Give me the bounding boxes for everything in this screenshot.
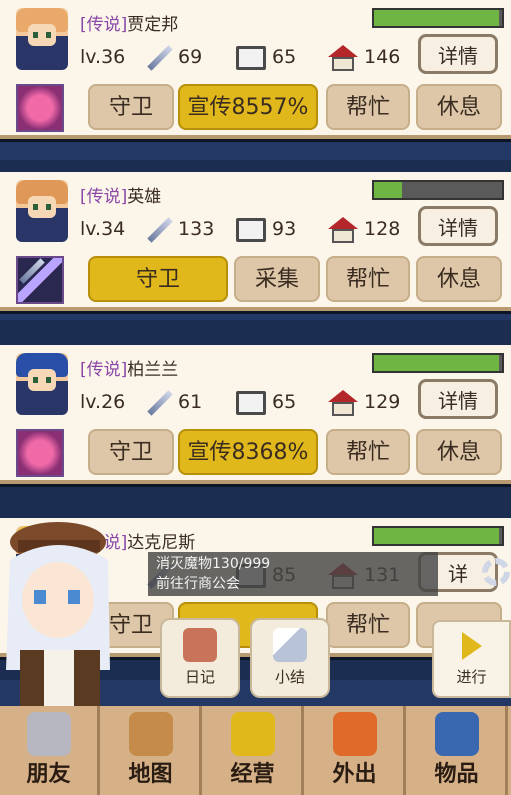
- sword-icon: [146, 217, 172, 243]
- sword-icon: [146, 45, 172, 71]
- attack-value: 69: [178, 46, 203, 68]
- diary-button[interactable]: 日记: [160, 618, 240, 698]
- nav-item[interactable]: 经营: [204, 706, 304, 795]
- action-button[interactable]: 采集: [234, 256, 320, 302]
- nav-icon: [434, 712, 479, 756]
- book-icon: [236, 217, 266, 242]
- sword-icon: [146, 390, 172, 416]
- detail-button[interactable]: 详情: [418, 34, 498, 74]
- character-name: [传说]贾定邦: [80, 15, 179, 35]
- house-icon: [328, 216, 358, 243]
- house-icon: [328, 44, 358, 71]
- action-button[interactable]: 宣传8557%: [178, 84, 318, 130]
- action-button[interactable]: 守卫: [88, 84, 174, 130]
- action-button[interactable]: 休息: [416, 84, 502, 130]
- avatar[interactable]: [16, 353, 68, 415]
- summary-button[interactable]: 小结: [250, 618, 330, 698]
- nav-item[interactable]: 外出: [306, 706, 406, 795]
- quest-line-2: 前往行商公会: [156, 576, 240, 592]
- quest-message[interactable]: 消灭魔物130/999 前往行商公会: [148, 552, 438, 596]
- intel-value: 93: [272, 218, 297, 240]
- proceed-button[interactable]: 进行: [432, 620, 511, 698]
- house-value: 129: [364, 391, 401, 413]
- avatar[interactable]: [16, 8, 68, 70]
- action-button[interactable]: 帮忙: [326, 256, 410, 302]
- hp-bar: [372, 526, 504, 546]
- nav-item[interactable]: 地图: [102, 706, 202, 795]
- action-button[interactable]: 帮忙: [326, 84, 410, 130]
- level: lv.34: [80, 218, 126, 240]
- book-icon: [236, 390, 266, 415]
- detail-button[interactable]: 详情: [418, 206, 498, 246]
- character-card: [传说]柏兰兰 lv.26 61 65 129 详情 守卫 宣传8368% 帮忙 休息: [0, 345, 511, 484]
- hp-bar: [372, 353, 504, 373]
- nav-item[interactable]: 物品: [408, 706, 508, 795]
- action-button[interactable]: 守卫: [88, 429, 174, 475]
- music-skill-icon[interactable]: [16, 84, 64, 132]
- character-card: [传说]英雄 lv.34 133 93 128 详情 守卫 采集 帮忙 休息: [0, 172, 511, 311]
- quest-line-1: 消灭魔物130/999: [156, 556, 271, 572]
- nav-icon: [128, 712, 173, 756]
- diary-icon: [183, 628, 217, 662]
- quill-icon: [273, 628, 307, 662]
- action-button[interactable]: 帮忙: [326, 602, 410, 648]
- nav-item[interactable]: 朋友: [0, 706, 100, 795]
- detail-button[interactable]: 详情: [418, 379, 498, 419]
- character-card: [传说]贾定邦 lv.36 69 65 146 详情 守卫 宣传8557% 帮忙 休息: [0, 0, 511, 139]
- nav-icon: [26, 712, 71, 756]
- play-icon: [461, 632, 482, 660]
- action-button[interactable]: 守卫: [88, 256, 228, 302]
- hp-bar: [372, 8, 504, 28]
- character-name: [传说]柏兰兰: [80, 360, 179, 380]
- attack-value: 61: [178, 391, 203, 413]
- nav-icon: [332, 712, 377, 756]
- nav-icon: [230, 712, 275, 756]
- house-value: 128: [364, 218, 401, 240]
- level: lv.26: [80, 391, 126, 413]
- action-button[interactable]: 休息: [416, 256, 502, 302]
- music-skill-icon[interactable]: [16, 429, 64, 477]
- action-button[interactable]: 宣传8368%: [178, 429, 318, 475]
- gear-icon[interactable]: [482, 558, 510, 586]
- book-icon: [236, 45, 266, 70]
- sword-skill-icon[interactable]: [16, 256, 64, 304]
- avatar[interactable]: [16, 180, 68, 242]
- hp-bar: [372, 180, 504, 200]
- intel-value: 65: [272, 46, 297, 68]
- intel-value: 65: [272, 391, 297, 413]
- attack-value: 133: [178, 218, 215, 240]
- action-button[interactable]: 帮忙: [326, 429, 410, 475]
- house-icon: [328, 389, 358, 416]
- guide-character: [6, 522, 110, 710]
- house-value: 146: [364, 46, 401, 68]
- character-name: [传说]英雄: [80, 187, 162, 207]
- level: lv.36: [80, 46, 126, 68]
- action-button[interactable]: 休息: [416, 429, 502, 475]
